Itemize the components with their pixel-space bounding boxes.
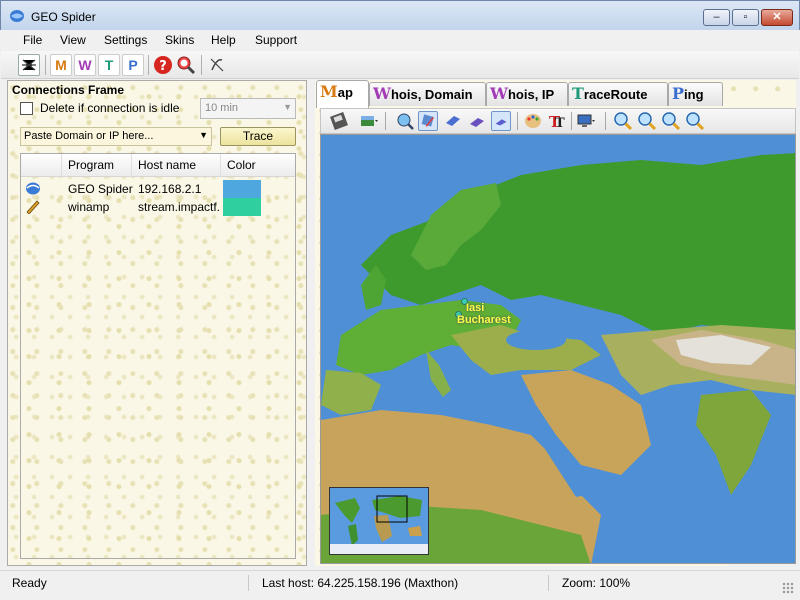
host-cell: stream.impactf...	[138, 200, 220, 214]
city-label-iasi: Iasi	[466, 302, 485, 314]
idle-time-select[interactable]: 10 min ▼	[200, 98, 296, 119]
save-disk-icon[interactable]	[329, 111, 349, 131]
table-row[interactable]: winamp stream.impactf...	[21, 198, 295, 216]
help-icon[interactable]: ?	[152, 54, 174, 76]
zoom-reset-icon[interactable]	[685, 111, 705, 131]
table-row[interactable]: GEO Spider 192.168.2.1	[21, 180, 295, 198]
display-icon[interactable]	[576, 111, 596, 131]
tab-strip-filler	[727, 80, 796, 108]
maximize-button[interactable]: ▫	[732, 9, 759, 26]
color-swatch[interactable]	[223, 180, 261, 198]
zoom-map-icon[interactable]	[395, 111, 415, 131]
delete-idle-checkbox[interactable]	[20, 102, 33, 115]
tab-map[interactable]: Map	[316, 80, 369, 108]
title-bar: GEO Spider – ▫ ✕	[0, 0, 800, 30]
minimap-world	[330, 488, 428, 554]
map-image-icon[interactable]	[359, 111, 379, 131]
palette-icon[interactable]	[523, 111, 543, 131]
tab-traceroute[interactable]: TraceRoute	[568, 82, 668, 106]
map-letter-button[interactable]: M	[50, 54, 72, 76]
program-cell: winamp	[68, 200, 110, 214]
menu-file[interactable]: File	[23, 33, 42, 47]
geo-spider-app-icon	[26, 182, 40, 195]
window-title: GEO Spider	[31, 10, 96, 24]
column-header-program[interactable]: Program	[62, 154, 132, 177]
menu-bar: File View Settings Skins Help Support	[1, 30, 799, 50]
layer-purple-icon[interactable]	[467, 111, 487, 131]
close-button[interactable]: ✕	[761, 9, 793, 26]
menu-view[interactable]: View	[60, 33, 86, 47]
select-layer-icon[interactable]	[418, 111, 438, 131]
zoom-in-icon[interactable]	[613, 111, 633, 131]
resize-grip[interactable]	[782, 582, 794, 594]
status-ready: Ready	[12, 576, 47, 590]
status-bar: Ready Last host: 64.225.158.196 (Maxthon…	[0, 570, 800, 600]
table-header: Program Host name Color	[21, 154, 295, 177]
disconnect-icon[interactable]	[206, 54, 228, 76]
tab-whois-ip[interactable]: Whois, IP	[486, 82, 568, 106]
main-toolbar: M W T P ?	[1, 51, 799, 79]
connections-frame: Connections Frame Delete if connection i…	[7, 80, 307, 566]
minimize-button[interactable]: –	[703, 9, 730, 26]
program-cell: GEO Spider	[68, 182, 133, 196]
city-label-bucharest: Bucharest	[457, 314, 511, 326]
zoom-fit-icon[interactable]	[661, 111, 681, 131]
menu-support[interactable]: Support	[255, 33, 297, 47]
font-icon[interactable]: TT	[546, 111, 566, 131]
spider-icon[interactable]	[18, 54, 40, 76]
trace-button[interactable]: Trace	[220, 127, 296, 146]
column-header-host[interactable]: Host name	[132, 154, 221, 177]
layer-selected-icon[interactable]	[491, 111, 511, 131]
ping-letter-button[interactable]: P	[122, 54, 144, 76]
traceroute-letter-button[interactable]: T	[98, 54, 120, 76]
map-toolbar: TT	[320, 108, 796, 134]
chevron-down-icon: ▼	[283, 102, 292, 112]
status-zoom: Zoom: 100%	[562, 576, 631, 590]
menu-skins[interactable]: Skins	[165, 33, 194, 47]
search-web-icon[interactable]	[175, 54, 197, 76]
zoom-out-icon[interactable]	[637, 111, 657, 131]
host-cell: 192.168.2.1	[138, 182, 202, 196]
winamp-app-icon	[26, 200, 40, 214]
minimap[interactable]	[329, 487, 429, 555]
column-header-color[interactable]: Color	[221, 154, 261, 177]
whois-letter-button[interactable]: W	[74, 54, 96, 76]
menu-settings[interactable]: Settings	[104, 33, 147, 47]
delete-idle-label: Delete if connection is idle	[40, 101, 180, 115]
svg-text:T: T	[555, 116, 565, 131]
app-icon	[10, 10, 24, 22]
menu-help[interactable]: Help	[211, 33, 236, 47]
svg-text:?: ?	[159, 59, 167, 74]
column-header-icon[interactable]	[21, 154, 62, 177]
connections-table: Program Host name Color GEO Spider 192.1…	[20, 153, 296, 559]
connections-title: Connections Frame	[12, 83, 125, 97]
domain-ip-input[interactable]: Paste Domain or IP here... ▼	[20, 127, 212, 146]
chevron-down-icon: ▼	[199, 130, 208, 140]
status-last-host: Last host: 64.225.158.196 (Maxthon)	[262, 576, 459, 590]
layer-blue-icon[interactable]	[443, 111, 463, 131]
tab-whois-domain[interactable]: Whois, Domain	[369, 82, 486, 106]
tab-ping[interactable]: Ping	[668, 82, 723, 106]
color-swatch[interactable]	[223, 198, 261, 216]
